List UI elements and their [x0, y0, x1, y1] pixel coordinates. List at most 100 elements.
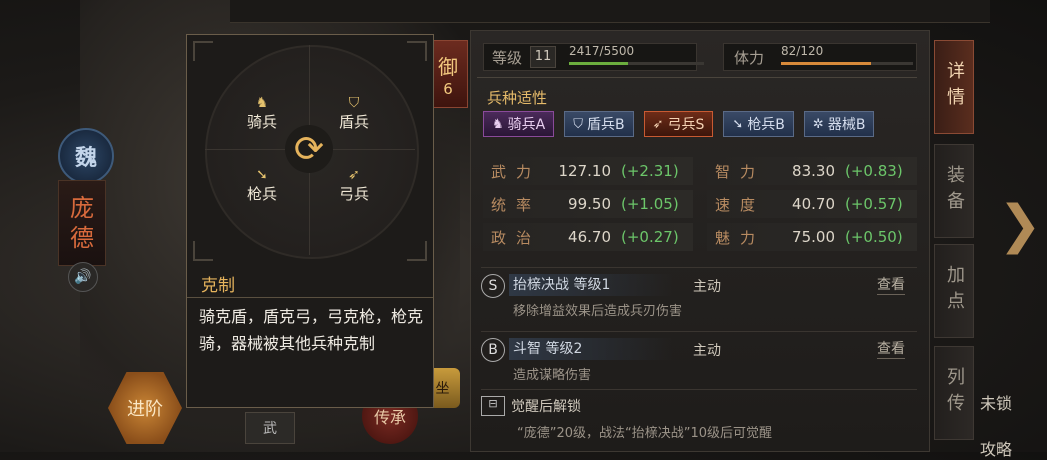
stamina-bar-fill [781, 62, 871, 65]
voice-speaker-icon[interactable]: 🔊 [68, 262, 98, 292]
side-gold-tab-label: 坐 [435, 381, 450, 397]
attribute-value: 99.50 [568, 195, 611, 213]
stamina-label: 体力 [734, 48, 765, 67]
tab-details-label: 详情 [944, 61, 965, 113]
tab-biography[interactable]: 列传 [934, 346, 974, 440]
defense-badge: 御 6 [428, 40, 468, 108]
skill-grade-badge: B [481, 338, 505, 362]
defense-badge-char: 御 [438, 54, 458, 79]
exp-bar-fill [569, 62, 629, 65]
divider [477, 77, 917, 78]
bow-icon: ➶ [348, 167, 360, 183]
shield-icon: ⛉ [348, 95, 360, 111]
skill-name: 斗智 等级2 [509, 338, 673, 360]
tooltip-corner [407, 41, 427, 61]
attribute-value: 40.70 [792, 195, 835, 213]
level-label: 等级 [492, 48, 523, 67]
attribute-row: 武力 127.10 (+2.31) [491, 157, 679, 185]
next-general-arrow-icon[interactable]: ❯ [998, 180, 1042, 270]
attribute-row: 智力 83.30 (+0.83) [715, 157, 903, 185]
skill-view-link[interactable]: 查看 [877, 274, 905, 295]
exp-bar [569, 62, 704, 65]
counter-tooltip: ⟳ ♞ 骑兵 ⛉ 盾兵 ➘ 枪兵 ➶ 弓兵 克制 骑克盾，盾克弓，弓克枪，枪克骑… [186, 34, 434, 408]
skill-description: 造成谋略伤害 [513, 368, 592, 383]
tooltip-corner [193, 41, 213, 61]
advance-button-label: 进阶 [127, 399, 163, 420]
general-name-char-1: 庞 [70, 194, 94, 222]
spear-icon: ➘ [256, 167, 268, 183]
tab-equipment[interactable]: 装备 [934, 144, 974, 238]
lock-toggle-label[interactable]: 未锁 [980, 390, 1012, 414]
tooltip-title: 克制 [201, 276, 235, 296]
attribute-label: 速度 [715, 195, 766, 214]
skill-description: 移除增益效果后造成兵刃伤害 [513, 304, 683, 319]
tab-add-points[interactable]: 加点 [934, 244, 974, 338]
wheel-unit-shield: ⛉ 盾兵 [329, 95, 379, 132]
attribute-row: 速度 40.70 (+0.57) [715, 190, 903, 218]
awaken-lock-icon: ⊟ [481, 396, 505, 416]
tab-equipment-label: 装备 [944, 165, 965, 217]
attribute-value: 83.30 [792, 162, 835, 180]
tooltip-text: 骑克盾，盾克弓，弓克枪，枪克骑，器械被其他兵种克制 [199, 307, 424, 353]
attribute-row: 政治 46.70 (+0.27) [491, 223, 679, 251]
spear-icon: ➘ [732, 116, 744, 132]
attribute-label: 政治 [491, 228, 542, 247]
attribute-bonus: (+0.50) [845, 228, 903, 246]
attribute-bonus: (+2.31) [621, 162, 679, 180]
exp-text: 2417/5500 [569, 44, 635, 58]
attribute-value: 46.70 [568, 228, 611, 246]
gear-icon: ✲ [812, 116, 824, 132]
awaken-skill-row: ⊟ 觉醒后解锁 “庞德”20级，战法“抬榇决战”10级后可觉醒 [481, 389, 917, 446]
troop-affinity-list: ♞ 骑兵A ⛉ 盾兵B ➶ 弓兵S ➘ 枪兵B ✲ 器械B [483, 111, 875, 137]
general-name-char-2: 德 [70, 224, 94, 252]
tab-biography-label: 列传 [944, 367, 965, 419]
troop-affinity-bow[interactable]: ➶ 弓兵S [643, 111, 714, 137]
skill-type: 主动 [693, 279, 721, 295]
strategy-link-label[interactable]: 攻略 [980, 436, 1012, 460]
wheel-unit-label: 盾兵 [338, 113, 369, 131]
top-header-strip [230, 0, 990, 23]
attribute-row: 统率 99.50 (+1.05) [491, 190, 679, 218]
skill-row-1[interactable]: S 抬榇决战 等级1 主动 查看 移除增益效果后造成兵刃伤害 [481, 267, 917, 324]
horse-icon: ♞ [492, 116, 504, 132]
troop-affinity-gear[interactable]: ✲ 器械B [803, 111, 875, 137]
troop-affinity-horse[interactable]: ♞ 骑兵A [483, 111, 555, 137]
shield-icon: ⛉ [573, 116, 583, 132]
tooltip-corner [193, 241, 213, 261]
tooltip-corner [407, 241, 427, 261]
attribute-bonus: (+0.57) [845, 195, 903, 213]
tab-details[interactable]: 详情 [934, 40, 974, 134]
general-details-panel: 等级 11 2417/5500 体力 82/120 兵种适性 ♞ 骑兵A ⛉ 盾兵B ➶… [470, 30, 930, 452]
attribute-bonus: (+0.83) [845, 162, 903, 180]
attribute-label: 魅力 [715, 228, 766, 247]
attribute-bonus: (+1.05) [621, 195, 679, 213]
wheel-unit-archer: ➶ 弓兵 [329, 167, 379, 204]
wheel-unit-label: 弓兵 [338, 185, 369, 203]
level-value: 11 [530, 46, 557, 68]
awaken-title: 觉醒后解锁 [511, 399, 581, 415]
bow-icon: ➶ [652, 116, 664, 132]
skill-type: 主动 [693, 343, 721, 359]
troop-affinity-spear[interactable]: ➘ 枪兵B [723, 111, 794, 137]
wheel-unit-label: 枪兵 [246, 185, 277, 203]
skill-name: 抬榇决战 等级1 [509, 274, 673, 296]
attribute-value: 127.10 [558, 162, 612, 180]
stamina-bar [781, 62, 913, 65]
troop-affinity-shield[interactable]: ⛉ 盾兵B [564, 111, 634, 137]
bottom-tab-martial-label: 武 [263, 421, 277, 437]
defense-badge-value: 6 [443, 79, 453, 98]
attribute-label: 武力 [491, 162, 542, 181]
troop-affinity-label: 枪兵B [747, 117, 785, 133]
cycle-arrows-icon: ⟳ [285, 125, 333, 173]
skill-row-2[interactable]: B 斗智 等级2 主动 查看 造成谋略伤害 [481, 331, 917, 388]
wheel-unit-cavalry: ♞ 骑兵 [237, 95, 287, 132]
troop-affinity-title: 兵种适性 [487, 89, 548, 107]
troop-affinity-label: 骑兵A [507, 117, 546, 133]
faction-emblem: 魏 [58, 128, 114, 184]
attribute-row: 魅力 75.00 (+0.50) [715, 223, 903, 251]
attribute-label: 统率 [491, 195, 542, 214]
bottom-tab-martial[interactable]: 武 [245, 412, 295, 444]
troop-affinity-label: 弓兵S [667, 117, 705, 133]
skill-view-link[interactable]: 查看 [877, 338, 905, 359]
wheel-unit-label: 骑兵 [246, 113, 277, 131]
